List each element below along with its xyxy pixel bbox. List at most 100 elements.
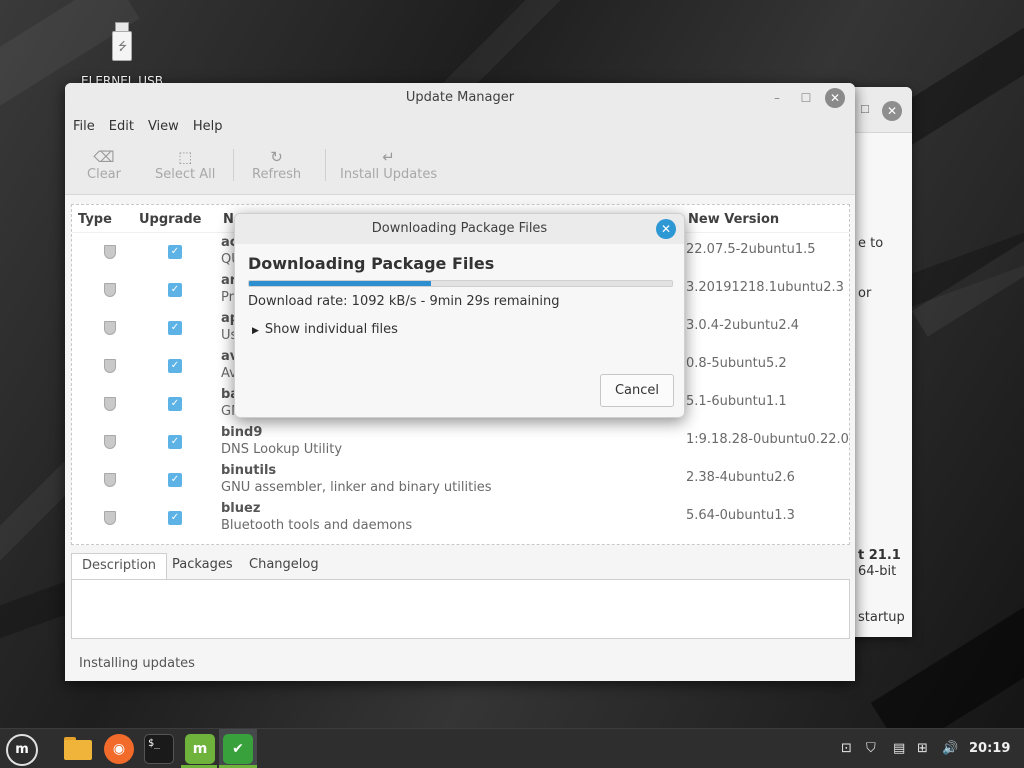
- upgrade-checkbox[interactable]: ✓: [168, 473, 182, 487]
- clear-button[interactable]: ⌫ Clear: [87, 147, 121, 182]
- menu-file[interactable]: File: [73, 119, 95, 134]
- background-text: or: [858, 286, 872, 301]
- clipboard-icon[interactable]: ▤: [893, 741, 905, 756]
- tab-description[interactable]: Description: [71, 553, 168, 579]
- titlebar[interactable]: Update Manager – ☐ ✕: [65, 83, 855, 113]
- package-description: GNU assembler, linker and binary utiliti…: [221, 480, 492, 495]
- table-row[interactable]: ✓ bind9 DNS Lookup Utility 1:9.18.28-0ub…: [72, 423, 850, 461]
- volume-icon[interactable]: 🔊: [942, 741, 958, 756]
- refresh-icon: ↻: [270, 148, 283, 166]
- window-title: Update Manager: [405, 90, 515, 105]
- package-version: 3.0.4-2ubuntu2.4: [686, 318, 800, 333]
- update-shield-tray-icon[interactable]: ⛉: [866, 741, 876, 756]
- menu-help[interactable]: Help: [193, 119, 223, 134]
- package-type-icon: [104, 321, 116, 335]
- clear-label: Clear: [87, 167, 121, 182]
- table-row[interactable]: ✓ binutils GNU assembler, linker and bin…: [72, 461, 849, 499]
- close-icon[interactable]: ✕: [656, 219, 676, 239]
- update-manager-shield-icon[interactable]: ✔: [223, 734, 253, 764]
- package-type-icon: [104, 359, 116, 373]
- package-name: bind9: [221, 425, 263, 440]
- menu-edit[interactable]: Edit: [109, 119, 134, 134]
- package-type-icon: [104, 435, 116, 449]
- toolbar-separator: [233, 149, 234, 181]
- install-updates-button[interactable]: ↵ Install Updates: [340, 147, 437, 182]
- show-files-expander[interactable]: ▶ Show individual files: [252, 322, 398, 337]
- table-row[interactable]: ✓ bluez Bluetooth tools and daemons 5.64…: [72, 499, 849, 537]
- minimize-icon[interactable]: –: [768, 89, 786, 107]
- desktop-usb-drive[interactable]: ⭍ ELERNEL USB: [76, 18, 168, 88]
- package-version: 2.38-4ubuntu2.6: [686, 470, 795, 485]
- background-text: 64-bit: [858, 564, 897, 579]
- network-icon[interactable]: ⊞: [917, 741, 928, 756]
- package-type-icon: [104, 283, 116, 297]
- package-description: Bluetooth tools and daemons: [221, 518, 413, 533]
- maximize-icon[interactable]: ☐: [797, 89, 815, 107]
- terminal-icon[interactable]: $_: [144, 734, 174, 764]
- toolbar-separator: [325, 149, 326, 181]
- taskbar: m ◉ $_ m ✔ ⊡ ⛉ ▤ ⊞ 🔊 20:19: [0, 728, 1024, 768]
- column-header-type[interactable]: Type: [78, 212, 112, 227]
- toolbar: ⌫ Clear ⬚ Select All ↻ Refresh ↵ Install…: [65, 139, 855, 195]
- refresh-button[interactable]: ↻ Refresh: [252, 147, 301, 182]
- clock[interactable]: 20:19: [969, 741, 1010, 756]
- software-manager-icon[interactable]: m: [185, 734, 215, 764]
- package-version: 3.20191218.1ubuntu2.3: [686, 280, 844, 295]
- background-text: e to: [858, 236, 884, 251]
- refresh-label: Refresh: [252, 167, 302, 182]
- package-description: Pr: [221, 290, 234, 305]
- details-notebook: Description Packages Changelog: [71, 553, 850, 639]
- download-dialog: Downloading Package Files ✕ Downloading …: [234, 213, 685, 418]
- package-name: bluez: [221, 501, 261, 516]
- expander-arrow-icon: ▶: [252, 326, 259, 336]
- package-version: 5.1-6ubuntu1.1: [686, 394, 787, 409]
- package-name: binutils: [221, 463, 277, 478]
- mint-menu-icon[interactable]: m: [6, 734, 38, 766]
- column-header-new-version[interactable]: New Version: [688, 212, 779, 227]
- desktop: ⭍ ELERNEL USB ☐ ✕ e to or t 21.1 64-bit …: [0, 0, 1024, 728]
- package-version: 22.07.5-2ubuntu1.5: [686, 242, 816, 257]
- package-version: 1:9.18.28-0ubuntu0.22.04.: [686, 432, 850, 447]
- menu-view[interactable]: View: [148, 119, 179, 134]
- column-header-upgrade[interactable]: Upgrade: [139, 212, 201, 227]
- package-type-icon: [104, 511, 116, 525]
- maximize-icon[interactable]: ☐: [860, 103, 870, 116]
- upgrade-checkbox[interactable]: ✓: [168, 283, 182, 297]
- select-all-button[interactable]: ⬚ Select All: [155, 147, 215, 182]
- upgrade-checkbox[interactable]: ✓: [168, 359, 182, 373]
- close-icon[interactable]: ✕: [825, 88, 845, 108]
- upgrade-checkbox[interactable]: ✓: [168, 435, 182, 449]
- package-type-icon: [104, 397, 116, 411]
- dialog-titlebar[interactable]: Downloading Package Files ✕: [235, 214, 684, 244]
- upgrade-checkbox[interactable]: ✓: [168, 397, 182, 411]
- download-rate-text: Download rate: 1092 kB/s - 9min 29s rema…: [248, 294, 560, 309]
- expander-label: Show individual files: [264, 322, 398, 337]
- cancel-button[interactable]: Cancel: [600, 374, 674, 407]
- package-type-icon: [104, 245, 116, 259]
- tabs-row: Description Packages Changelog: [71, 553, 850, 579]
- install-icon: ↵: [382, 148, 395, 166]
- status-text: Installing updates: [79, 656, 195, 671]
- upgrade-checkbox[interactable]: ✓: [168, 245, 182, 259]
- folder-icon[interactable]: [63, 734, 93, 764]
- firefox-icon[interactable]: ◉: [104, 734, 134, 764]
- progress-fill: [249, 281, 431, 286]
- upgrade-checkbox[interactable]: ✓: [168, 511, 182, 525]
- notification-icon[interactable]: ⊡: [841, 741, 852, 756]
- dialog-title: Downloading Package Files: [371, 221, 548, 236]
- tab-changelog[interactable]: Changelog: [239, 553, 329, 579]
- upgrade-checkbox[interactable]: ✓: [168, 321, 182, 335]
- menubar: File Edit View Help: [65, 113, 855, 139]
- package-version: 5.64-0ubuntu1.3: [686, 508, 795, 523]
- wallpaper-shape: [911, 173, 1024, 337]
- terminal-prompt: $_: [148, 738, 161, 749]
- close-icon[interactable]: ✕: [882, 101, 902, 121]
- select-all-icon: ⬚: [178, 148, 193, 166]
- download-progress-bar: [248, 280, 673, 287]
- usb-drive-icon: ⭍: [110, 18, 134, 62]
- background-text: startup: [858, 610, 905, 625]
- description-panel: [71, 579, 850, 639]
- tab-packages[interactable]: Packages: [162, 553, 243, 579]
- install-updates-label: Install Updates: [340, 167, 438, 182]
- background-text: t 21.1: [858, 548, 901, 563]
